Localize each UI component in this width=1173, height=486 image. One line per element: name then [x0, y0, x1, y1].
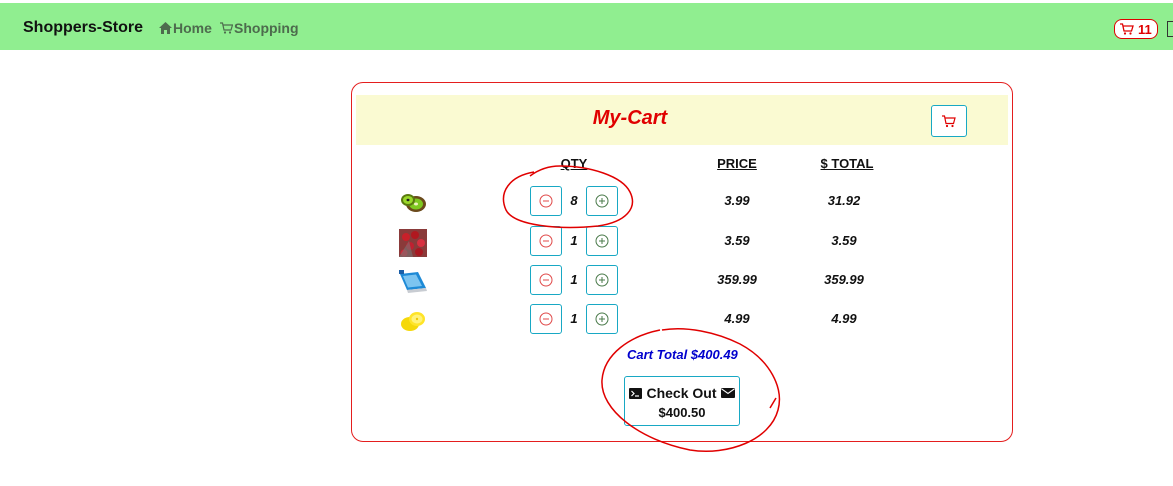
item-price: 4.99: [724, 311, 750, 326]
plus-circle-icon: [595, 194, 609, 208]
cart-panel: My-Cart QTY PRICE $ TOTAL 8 3.99 31.92 1…: [351, 82, 1013, 442]
increase-qty-button[interactable]: [586, 226, 618, 256]
cart-row: 1 4.99 4.99: [352, 304, 1012, 338]
column-header-qty: QTY: [560, 156, 588, 171]
berries-product-image: [399, 229, 427, 257]
top-navbar: Shoppers-Store Home Shopping 11: [0, 3, 1173, 50]
nav-shopping-link[interactable]: Shopping: [220, 20, 299, 36]
quantity-value: 1: [570, 233, 578, 248]
cart-count-badge[interactable]: 11: [1114, 19, 1158, 39]
terminal-icon: [629, 387, 643, 399]
checkout-label: Check Out: [646, 385, 717, 401]
envelope-icon: [720, 388, 735, 398]
cart-icon: [1120, 23, 1134, 35]
item-price: 3.99: [724, 193, 750, 208]
minus-circle-icon: [539, 312, 553, 326]
decrease-qty-button[interactable]: [530, 304, 562, 334]
lemon-product-image: [401, 312, 425, 331]
plus-circle-icon: [595, 273, 609, 287]
header-cart-button[interactable]: [931, 105, 967, 137]
quantity-value: 1: [570, 311, 578, 326]
quantity-value: 8: [570, 193, 578, 208]
minus-circle-icon: [539, 234, 553, 248]
item-price: 3.59: [724, 233, 750, 248]
checkout-button[interactable]: Check Out $400.50: [624, 376, 740, 426]
column-header-total: $ TOTAL: [820, 156, 874, 171]
nav-home-link[interactable]: Home: [159, 20, 212, 36]
increase-qty-button[interactable]: [586, 186, 618, 216]
cart-title: My-Cart: [592, 107, 668, 129]
item-total: 31.92: [827, 193, 861, 208]
checkout-amount: $400.50: [658, 405, 706, 420]
kiwi-product-image: [401, 194, 426, 212]
minus-circle-icon: [539, 273, 553, 287]
plus-circle-icon: [595, 312, 609, 326]
decrease-qty-button[interactable]: [530, 265, 562, 295]
truncated-element: [1167, 21, 1173, 37]
item-price: 359.99: [717, 272, 757, 287]
plus-circle-icon: [595, 234, 609, 248]
decrease-qty-button[interactable]: [530, 186, 562, 216]
item-total: 3.59: [831, 233, 857, 248]
brand-logo[interactable]: Shoppers-Store: [23, 19, 143, 37]
cart-count: 11: [1138, 21, 1152, 37]
cart-row: 1 359.99 359.99: [352, 265, 1012, 299]
increase-qty-button[interactable]: [586, 265, 618, 295]
quantity-value: 1: [570, 272, 578, 287]
item-total: 359.99: [824, 272, 864, 287]
cart-row: 8 3.99 31.92: [352, 186, 1012, 220]
cart-header: My-Cart: [356, 95, 1008, 145]
minus-circle-icon: [539, 194, 553, 208]
nav-shopping-label: Shopping: [234, 20, 299, 36]
cart-icon: [942, 114, 956, 127]
cart-total-text: Cart Total $400.49: [627, 347, 738, 362]
increase-qty-button[interactable]: [586, 304, 618, 334]
decrease-qty-button[interactable]: [530, 226, 562, 256]
cart-row: 1 3.59 3.59: [352, 226, 1012, 260]
nav-home-label: Home: [173, 20, 212, 36]
home-icon: [159, 22, 172, 34]
item-total: 4.99: [831, 311, 857, 326]
laptop-product-image: [399, 270, 427, 293]
column-header-price: PRICE: [717, 156, 757, 171]
shopping-cart-icon: [220, 22, 233, 34]
